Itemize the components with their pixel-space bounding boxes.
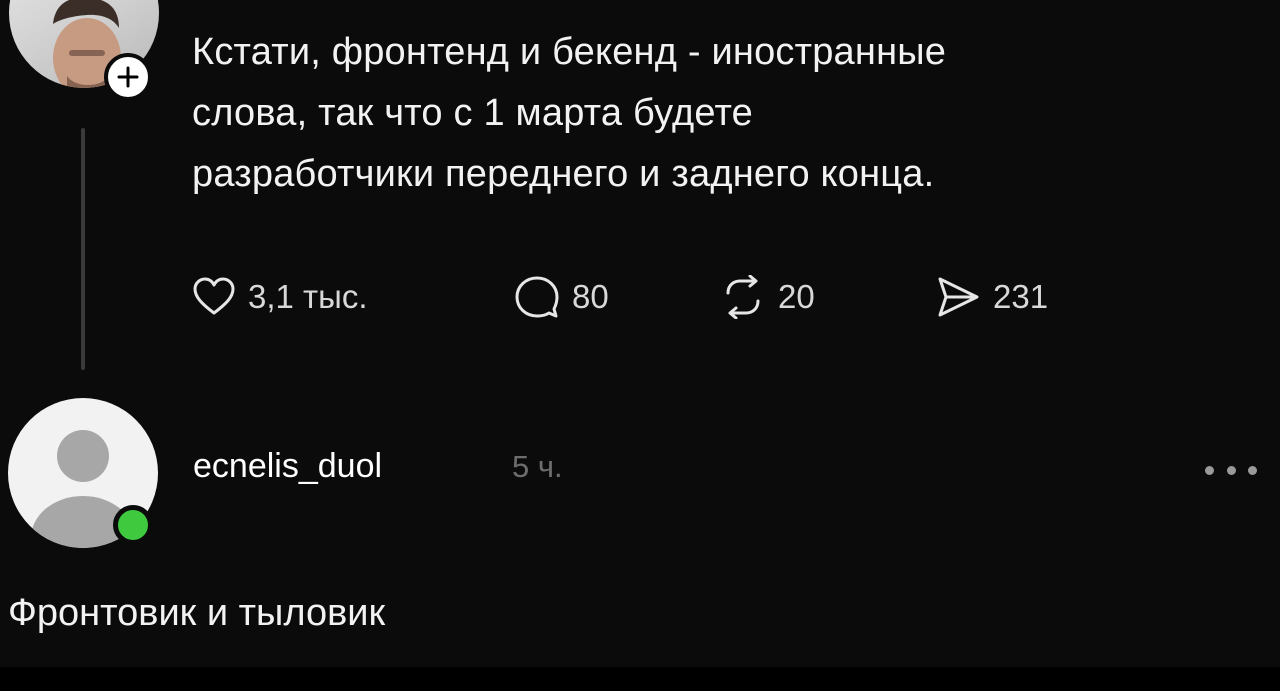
reply-text: Фронтовик и тыловик	[8, 592, 386, 634]
comment-icon	[515, 276, 559, 318]
plus-icon	[117, 66, 139, 88]
repost-button[interactable]: 20	[720, 273, 815, 321]
share-button[interactable]: 231	[935, 273, 1048, 321]
heart-icon	[193, 277, 235, 315]
bottom-bar	[0, 667, 1280, 691]
thread-line	[81, 128, 85, 370]
reply-timestamp: 5 ч.	[512, 449, 563, 484]
share-count: 231	[993, 278, 1049, 315]
post-text-line: слова, так что с 1 марта будете	[192, 92, 754, 134]
comment-button[interactable]: 80	[514, 273, 609, 321]
post-text: Кстати, фронтенд и бекенд - иностранные …	[192, 22, 1262, 205]
comment-count: 80	[572, 278, 609, 315]
like-button[interactable]: 3,1 тыс.	[192, 273, 368, 321]
repost-icon	[726, 275, 760, 319]
post-text-line: разработчики переднего и заднего конца.	[192, 153, 935, 195]
follow-button[interactable]	[104, 53, 152, 101]
post-text-line: Кстати, фронтенд и бекенд - иностранные	[192, 31, 947, 73]
repost-count: 20	[778, 278, 815, 315]
send-icon	[938, 277, 979, 317]
online-status-indicator	[113, 505, 153, 545]
reply-username[interactable]: ecnelis_duol	[193, 447, 382, 486]
more-dots-icon[interactable]	[1205, 460, 1257, 480]
like-count: 3,1 тыс.	[248, 278, 368, 315]
